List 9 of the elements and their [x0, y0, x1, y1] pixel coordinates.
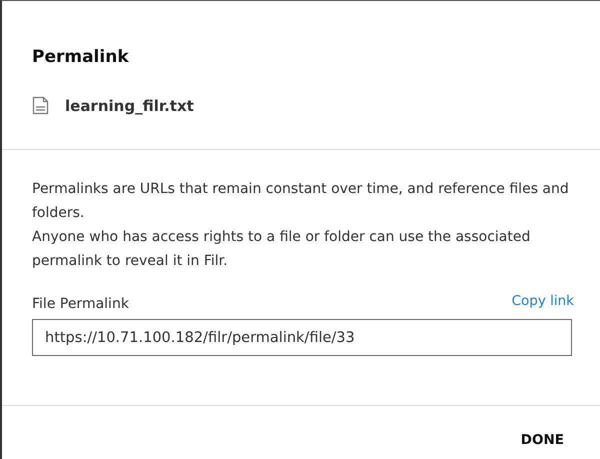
- file-icon: [32, 96, 49, 116]
- done-button[interactable]: DONE: [514, 426, 570, 454]
- permalink-field[interactable]: https://10.71.100.182/filr/permalink/file/33: [32, 319, 572, 356]
- description-text: Anyone who has access rights to a file or folder can use the associated permalink to reveal it in Filr.: [32, 228, 532, 271]
- field-label: File Permalink: [32, 295, 129, 314]
- file-name: learning_filr.txt: [65, 96, 194, 116]
- dialog-title: Permalink: [32, 46, 130, 69]
- copy-link[interactable]: Copy link: [512, 291, 574, 312]
- description-text: Permalinks are URLs that remain constant over time, and reference files and folders.: [32, 180, 570, 223]
